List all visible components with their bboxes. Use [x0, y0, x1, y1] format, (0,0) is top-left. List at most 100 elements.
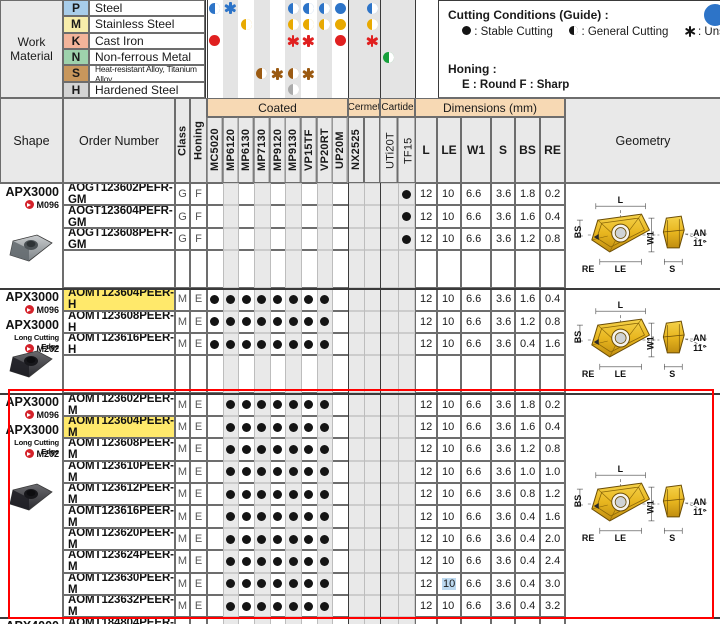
order-number-cell[interactable]: AOMT123604PEER-M — [63, 415, 175, 439]
dimension-cell-re: 3.2 — [540, 595, 565, 618]
dimension-header-re: RE — [540, 117, 565, 183]
availability-dot — [257, 422, 267, 432]
order-number-cell[interactable]: AOGT123604PEFR-GM — [63, 205, 175, 228]
order-number-cell[interactable]: AOMT123608PEER-M — [63, 438, 175, 461]
class-cell: M — [175, 550, 190, 573]
work-material-code-h: H — [63, 81, 89, 98]
insert-side-view — [662, 320, 685, 354]
shape-group-label-text: M202 — [36, 449, 59, 460]
order-number-cell[interactable]: AOGT123602PEFR-GM — [63, 183, 175, 206]
dimension-cell-re: 1.6 — [540, 505, 565, 528]
availability-dot — [288, 534, 298, 544]
grade-header-mp9130: MP9130 — [285, 117, 301, 183]
dimension-cell-bs: 1.6 — [515, 288, 540, 311]
availability-dot — [225, 444, 235, 454]
availability-dot — [241, 579, 251, 589]
availability-dot — [319, 444, 329, 454]
availability-dot — [225, 512, 235, 522]
geo-label-s: S — [669, 533, 675, 543]
star-marker-icon — [366, 34, 378, 47]
dimension-cell-s: 3.6 — [491, 527, 515, 551]
order-number-cell[interactable]: AOMT123616PEER-H — [63, 333, 175, 356]
dimension-cell-l: 12 — [415, 227, 437, 251]
dimension-header-l: L — [415, 117, 437, 183]
order-number-cell[interactable]: AOMT123620PEER-M — [63, 527, 175, 551]
shape-group-label: APX3000 — [5, 318, 59, 333]
class-cell: M — [175, 438, 190, 461]
shape-group-label: APX4000 — [0, 619, 59, 624]
dimension-cell-w1: 6.6 — [461, 227, 491, 251]
availability-dot — [319, 601, 329, 611]
order-number-cell[interactable]: AOMT123602PEER-M — [63, 393, 175, 416]
blank-dimension-cell — [491, 250, 515, 289]
honing-cell: E — [190, 288, 207, 311]
order-number-cell[interactable]: AOMT123608PEER-H — [63, 310, 175, 333]
order-number-cell[interactable]: AOMT123630PEER-M — [63, 572, 175, 595]
honing-cell: F — [190, 227, 207, 251]
order-number-cell[interactable]: AOMT123604PEER-H — [63, 288, 175, 311]
blank-dimension-cell — [415, 250, 437, 289]
geo-label-an: AN — [693, 497, 706, 507]
availability-dot — [319, 339, 329, 349]
top-separator-coated — [207, 0, 208, 98]
honing-cell: E — [190, 550, 207, 573]
availability-dot — [272, 601, 282, 611]
dimension-cell-bs: 0.4 — [515, 572, 540, 595]
availability-dot — [401, 189, 411, 199]
red-arrow-marker-icon — [25, 410, 35, 420]
order-number-cell[interactable]: AOGT123608PEFR-GM — [63, 227, 175, 251]
dimension-cell-re: 0.4 — [540, 288, 565, 311]
dimension-cell-w1: 6.6 — [461, 288, 491, 311]
geo-label-le: LE — [615, 369, 626, 379]
availability-dot — [319, 512, 329, 522]
order-number-cell[interactable]: AOMT123632PEER-M — [63, 595, 175, 618]
order-number-cell[interactable]: AOMT123624PEER-M — [63, 550, 175, 573]
class-cell: M — [175, 393, 190, 416]
honing-cell: F — [190, 205, 207, 228]
availability-dot — [257, 489, 267, 499]
order-number-cell[interactable]: AOMT123610PEER-M — [63, 460, 175, 483]
dimension-cell-bs: 1.2 — [515, 438, 540, 461]
dimension-cell-bs: 1.2 — [515, 227, 540, 251]
header-order-number: Order Number — [63, 98, 175, 183]
availability-dot — [241, 467, 251, 477]
dimension-cell-s: 3.6 — [491, 393, 515, 416]
work-material-label-line2: Material — [10, 49, 53, 63]
honing-cell: E — [190, 527, 207, 551]
availability-dot — [272, 512, 282, 522]
availability-dot — [225, 534, 235, 544]
geo-label-le: LE — [615, 263, 626, 273]
availability-dot — [288, 339, 298, 349]
geo-label-bs: BS — [573, 331, 583, 343]
order-number-cell[interactable]: AOMT123616PEER-M — [63, 505, 175, 528]
geo-label-angle: 11° — [693, 343, 706, 353]
availability-dot — [288, 400, 298, 410]
availability-dot — [288, 467, 298, 477]
honing-title: Honing : — [448, 62, 497, 76]
dimension-cell-w1: 6.6 — [461, 527, 491, 551]
full-marker-icon — [334, 19, 346, 30]
availability-dot — [241, 556, 251, 566]
body-column-band — [364, 183, 380, 624]
order-number-cell[interactable]: AOMT123612PEER-M — [63, 483, 175, 506]
half-marker-icon — [287, 19, 299, 30]
shape-group-label: M096 — [0, 305, 59, 315]
dimension-cell-re: 1.6 — [540, 333, 565, 356]
top-separator-dims — [415, 0, 416, 98]
blank-dimension-cell — [461, 355, 491, 394]
full-marker-icon — [334, 35, 346, 47]
geo-label-l: L — [618, 300, 624, 310]
dimension-cell-re: 2.4 — [540, 550, 565, 573]
availability-dot — [241, 512, 251, 522]
dimension-cell-le: 10 — [437, 505, 461, 528]
availability-dot — [319, 489, 329, 499]
availability-dot — [225, 339, 235, 349]
availability-dot — [241, 444, 251, 454]
insert-top-view — [591, 318, 651, 358]
geo-label-l: L — [618, 195, 624, 205]
dimension-cell-re: 0.8 — [540, 310, 565, 333]
dimension-cell-bs: 1.6 — [515, 415, 540, 439]
dimension-cell-s: 3.6 — [491, 572, 515, 595]
availability-dot — [225, 400, 235, 410]
blank-dimension-cell — [491, 355, 515, 394]
